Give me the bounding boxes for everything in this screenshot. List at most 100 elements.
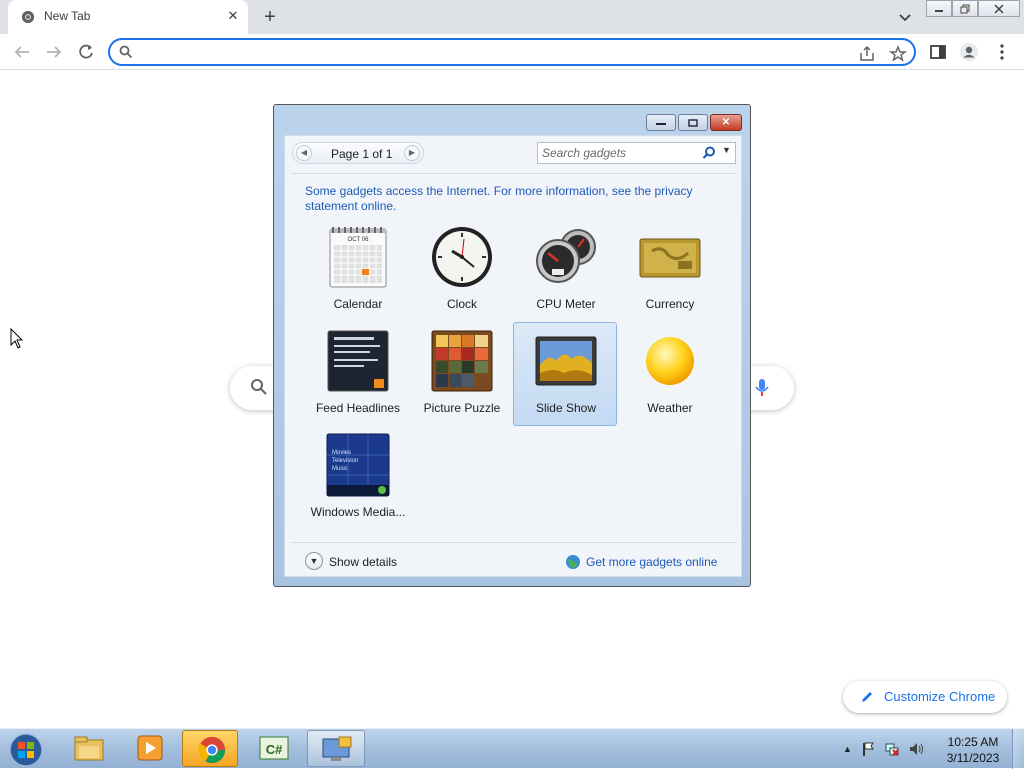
calendar-month-text: OCT 06 [348,237,370,243]
customize-chrome-button[interactable]: Customize Chrome [843,681,1007,713]
calendar-icon: OCT 06 [329,227,387,288]
gadgets-close-button[interactable]: ✕ [710,114,742,131]
action-center-flag-icon[interactable] [860,741,876,757]
address-input[interactable] [140,43,830,61]
taskbar-csharp[interactable]: C# [245,730,303,767]
gadget-label: Calendar [333,297,383,311]
system-tray: ▲ [843,739,924,759]
search-icon [119,45,133,59]
csharp-label: C# [266,742,283,757]
search-gadgets-box[interactable]: ▼ [537,142,736,164]
windows-explorer-icon [74,736,104,761]
reload-icon[interactable] [75,41,97,63]
minimize-icon [935,9,943,12]
search-gadgets-input[interactable] [542,145,692,161]
gadget-clock[interactable]: Clock [409,218,513,322]
chevron-down-icon: ▼ [305,552,323,570]
media-line: Music [332,466,348,472]
gadget-windows-media[interactable]: Movies Television Music Windows Media... [305,426,409,530]
close-window-button[interactable] [978,0,1020,17]
side-panel-icon[interactable] [928,42,948,62]
maximize-icon [688,118,698,127]
clock-date: 3/11/2023 [946,751,1000,765]
chrome-favicon-icon [21,10,35,24]
gadget-label: Currency [645,297,695,311]
back-arrow-icon[interactable] [11,41,33,63]
customize-chrome-label: Customize Chrome [884,689,996,704]
taskbar-clock[interactable]: 10:25 AM 3/11/2023 [940,734,1006,766]
gadget-picture-puzzle[interactable]: Picture Puzzle [409,322,513,426]
minimize-button[interactable] [926,0,952,17]
show-hidden-icons-arrow-icon[interactable]: ▲ [843,744,852,754]
restore-button[interactable] [952,0,978,17]
next-page-icon[interactable]: ▶ [404,145,420,161]
restore-icon [960,4,970,13]
address-bar[interactable] [108,38,916,66]
tab-new-tab[interactable]: New Tab ✕ [8,0,248,34]
picture-puzzle-icon [431,330,493,392]
bookmark-star-icon[interactable] [889,45,907,63]
privacy-info-link[interactable]: Some gadgets access the Internet. For mo… [305,184,725,214]
gadget-weather[interactable]: Weather [617,322,721,426]
taskbar: C# ▲ 10:25 AM 3/11/2023 [0,728,1024,769]
gadgets-window: ✕ ◀ Page 1 of 1 ▶ ▼ Some gadgets access … [273,104,751,587]
gadget-calendar[interactable]: OCT 06 Calendar [305,218,409,322]
taskbar-explorer[interactable] [60,730,118,767]
get-more-gadgets-label: Get more gadgets online [586,555,718,569]
forward-arrow-icon[interactable] [43,41,65,63]
globe-icon [566,555,580,569]
cpu-meter-icon [536,229,596,283]
tab-strip: New Tab ✕ + [0,0,1024,34]
show-details-label: Show details [329,555,398,569]
gadget-currency[interactable]: Currency [617,218,721,322]
gadget-label: Windows Media... [310,505,406,519]
search-dropdown-icon[interactable]: ▼ [722,145,731,155]
profile-avatar-icon[interactable] [959,42,979,62]
close-icon [994,3,1004,14]
tab-close-icon[interactable]: ✕ [224,7,242,25]
start-orb-icon[interactable] [8,732,44,768]
pencil-icon [862,692,872,702]
tab-search-chevron-icon[interactable] [896,8,914,26]
browser-toolbar [0,34,1024,70]
window-controls [926,0,1020,18]
feed-headlines-icon [327,330,389,392]
gadget-cpu-meter[interactable]: CPU Meter [513,218,617,322]
clock-time: 10:25 AM [947,735,999,749]
volume-icon[interactable] [908,741,924,757]
gadget-label: Picture Puzzle [423,401,501,415]
currency-icon [639,238,701,278]
gadget-slide-show[interactable]: Slide Show [513,322,617,426]
csharp-icon: C# [259,736,289,760]
gadget-label: Weather [647,401,693,415]
new-tab-button[interactable]: + [260,7,280,27]
voice-search-mic-icon[interactable] [754,377,770,399]
page-navigator: ◀ Page 1 of 1 ▶ [292,142,424,164]
chrome-icon [198,736,226,764]
gadget-feed-headlines[interactable]: Feed Headlines [305,322,409,426]
gadgets-maximize-button[interactable] [678,114,708,131]
media-player-icon [137,735,163,761]
windows-media-icon: Movies Television Music [326,433,390,497]
weather-icon [646,337,694,385]
taskbar-gadgets[interactable] [307,730,365,767]
taskbar-media-player[interactable] [121,730,179,767]
taskbar-chrome[interactable] [182,730,238,767]
slide-show-icon [535,336,597,386]
divider [291,542,737,543]
prev-page-icon[interactable]: ◀ [296,145,312,161]
share-icon[interactable] [858,45,876,63]
get-more-gadgets-link[interactable]: Get more gadgets online [565,552,735,572]
clock-icon [432,227,492,287]
gadgets-window-controls: ✕ [646,114,742,131]
menu-kebab-icon[interactable] [992,42,1012,62]
magnifier-icon[interactable] [702,146,716,160]
tab-title: New Tab [44,9,91,23]
gadgets-minimize-button[interactable] [646,114,676,131]
gadgets-panel: ◀ Page 1 of 1 ▶ ▼ Some gadgets access th… [284,135,742,577]
media-line: Movies [332,450,351,456]
gadget-label: Slide Show [535,401,597,415]
show-desktop-button[interactable] [1012,729,1024,769]
network-icon[interactable] [884,741,900,757]
page-label: Page 1 of 1 [331,147,393,161]
